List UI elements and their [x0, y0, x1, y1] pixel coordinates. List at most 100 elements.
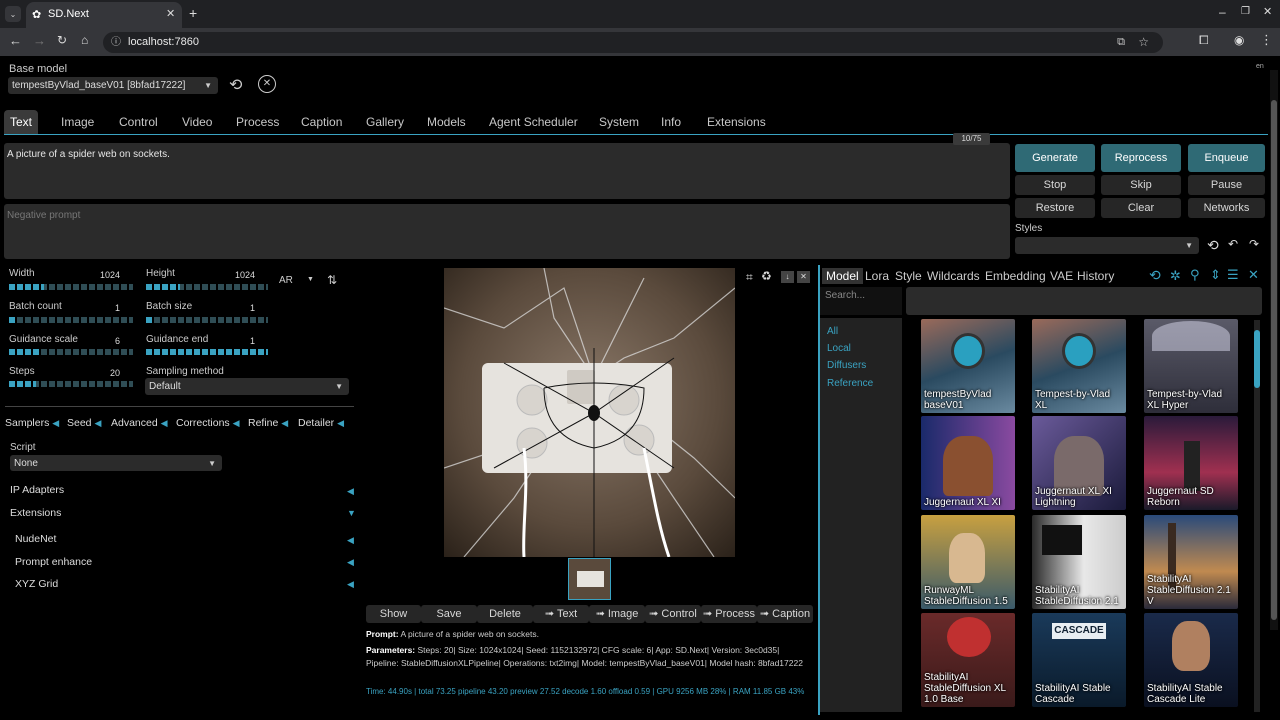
networks-scrollbar-thumb[interactable]: [1254, 330, 1260, 388]
tab-video[interactable]: Video: [176, 110, 218, 134]
enqueue-button[interactable]: Enqueue: [1188, 144, 1265, 172]
refresh-networks-icon[interactable]: ⟲: [1149, 267, 1161, 284]
collapse-arrow-icon[interactable]: ◀: [347, 579, 354, 590]
guidance-end-value[interactable]: 1: [225, 336, 255, 346]
batch-count-value[interactable]: 1: [90, 303, 120, 313]
guidance-scale-slider[interactable]: [9, 349, 133, 355]
accordion-xyz-grid[interactable]: XYZ Grid: [15, 578, 58, 590]
restore-button[interactable]: Restore: [1015, 198, 1095, 218]
send-to-image-button[interactable]: ➟ Image: [589, 605, 645, 623]
refresh-models-icon[interactable]: ⟲: [229, 75, 242, 95]
send-to-caption-button[interactable]: ➟ Caption: [757, 605, 813, 623]
negative-prompt-textarea[interactable]: Negative prompt: [4, 204, 1010, 259]
generate-button[interactable]: Generate: [1015, 144, 1095, 172]
accordion-nudenet[interactable]: NudeNet: [15, 533, 56, 545]
pause-button[interactable]: Pause: [1188, 175, 1265, 195]
close-output-icon[interactable]: ✕: [797, 271, 810, 283]
guidance-scale-value[interactable]: 6: [90, 336, 120, 346]
scan-icon[interactable]: ✲: [1170, 268, 1181, 284]
model-card[interactable]: StabilityAI StableDiffusion 2.1: [1032, 515, 1126, 609]
batch-size-slider[interactable]: [146, 317, 268, 323]
language-indicator[interactable]: en: [1256, 63, 1264, 70]
accordion-extensions[interactable]: Extensions: [10, 507, 61, 519]
ntab-lora[interactable]: Lora: [865, 268, 889, 284]
model-card[interactable]: Tempest-by-Vlad XL: [1032, 319, 1126, 413]
grid-icon[interactable]: ⌗: [746, 270, 753, 285]
ntab-embedding[interactable]: Embedding: [985, 268, 1046, 284]
unload-model-icon[interactable]: ✕: [258, 75, 276, 93]
send-to-text-button[interactable]: ➟ Text: [533, 605, 589, 623]
tab-system[interactable]: System: [593, 110, 645, 134]
seed-section[interactable]: Seed ◀: [67, 417, 101, 429]
prompt-textarea[interactable]: A picture of a spider web on sockets.: [4, 143, 1010, 199]
bookmark-star-icon[interactable]: ☆: [1138, 32, 1149, 53]
ntab-model[interactable]: Model: [822, 268, 863, 284]
tab-caption[interactable]: Caption: [295, 110, 348, 134]
stop-button[interactable]: Stop: [1015, 175, 1095, 195]
model-card[interactable]: CASCADE StabilityAI Stable Cascade: [1032, 613, 1126, 707]
browser-tab[interactable]: ✿ SD.Next ✕: [26, 2, 182, 28]
ntab-vae[interactable]: VAE: [1050, 268, 1073, 284]
install-app-icon[interactable]: ⧉: [1117, 32, 1125, 53]
sampling-method-select[interactable]: Default ▼: [145, 378, 349, 395]
ar-label[interactable]: AR: [279, 275, 293, 286]
reprocess-button[interactable]: Reprocess: [1101, 144, 1181, 172]
forward-icon[interactable]: →: [33, 33, 46, 48]
show-button[interactable]: Show: [366, 605, 421, 623]
apply-style-icon[interactable]: ↶: [1228, 237, 1238, 251]
recycle-icon[interactable]: ♻: [761, 269, 772, 283]
output-image[interactable]: [444, 268, 735, 557]
networks-description-box[interactable]: [906, 287, 1262, 315]
height-slider[interactable]: [146, 284, 268, 290]
model-card[interactable]: StabilityAI Stable Cascade Lite: [1144, 613, 1238, 707]
width-slider[interactable]: [9, 284, 133, 290]
accordion-ip-adapters[interactable]: IP Adapters: [10, 484, 64, 496]
refine-section[interactable]: Refine ◀: [248, 417, 288, 429]
refresh-styles-icon[interactable]: ⟲: [1207, 237, 1219, 254]
width-value[interactable]: 1024: [90, 270, 120, 280]
ntab-style[interactable]: Style: [895, 268, 922, 284]
tab-extensions[interactable]: Extensions: [701, 110, 772, 134]
filter-local[interactable]: Local: [827, 343, 851, 354]
new-tab-icon[interactable]: +: [189, 5, 197, 21]
skip-button[interactable]: Skip: [1101, 175, 1181, 195]
download-icon[interactable]: ↓: [781, 271, 794, 283]
accordion-prompt-enhance[interactable]: Prompt enhance: [15, 556, 92, 568]
save-style-icon[interactable]: ↷: [1249, 237, 1259, 251]
corrections-section[interactable]: Corrections ◀: [176, 417, 240, 429]
back-icon[interactable]: ←: [9, 33, 22, 48]
tab-models[interactable]: Models: [421, 110, 472, 134]
advanced-section[interactable]: Advanced ◀: [111, 417, 168, 429]
styles-select[interactable]: ▼: [1015, 237, 1199, 254]
collapse-arrow-icon[interactable]: ◀: [347, 486, 354, 497]
sort-icon[interactable]: ⇕: [1210, 267, 1221, 283]
networks-search-box[interactable]: Search...: [820, 287, 902, 315]
home-icon[interactable]: ⌂: [81, 33, 88, 47]
site-info-icon[interactable]: ⓘ: [111, 32, 121, 53]
model-card[interactable]: StabilityAI StableDiffusion XL 1.0 Base: [921, 613, 1015, 707]
tab-image[interactable]: Image: [55, 110, 100, 134]
address-bar[interactable]: ⓘ localhost:7860 ⧉ ☆: [103, 32, 1163, 53]
filter-diffusers[interactable]: Diffusers: [827, 360, 866, 371]
delete-button[interactable]: Delete: [477, 605, 533, 623]
batch-size-value[interactable]: 1: [225, 303, 255, 313]
reload-icon[interactable]: ↻: [57, 33, 67, 47]
ntab-wildcards[interactable]: Wildcards: [927, 268, 980, 284]
batch-count-slider[interactable]: [9, 317, 133, 323]
tab-info[interactable]: Info: [655, 110, 687, 134]
expand-arrow-icon[interactable]: ▼: [347, 508, 356, 518]
tab-agent-scheduler[interactable]: Agent Scheduler: [483, 110, 584, 134]
browser-menu-icon[interactable]: ⋮: [1260, 32, 1273, 48]
list-view-icon[interactable]: ☰: [1227, 267, 1239, 283]
networks-scrollbar[interactable]: [1254, 320, 1260, 712]
collapse-arrow-icon[interactable]: ◀: [347, 535, 354, 546]
filter-reference[interactable]: Reference: [827, 378, 873, 389]
steps-slider[interactable]: [9, 381, 133, 387]
model-card[interactable]: RunwayML StableDiffusion 1.5: [921, 515, 1015, 609]
steps-value[interactable]: 20: [90, 368, 120, 378]
send-to-process-button[interactable]: ➟ Process: [701, 605, 757, 623]
model-card[interactable]: Juggernaut XL XI: [921, 416, 1015, 510]
tab-control[interactable]: Control: [113, 110, 164, 134]
model-card[interactable]: StabilityAI StableDiffusion 2.1 V: [1144, 515, 1238, 609]
guidance-end-slider[interactable]: [146, 349, 268, 355]
